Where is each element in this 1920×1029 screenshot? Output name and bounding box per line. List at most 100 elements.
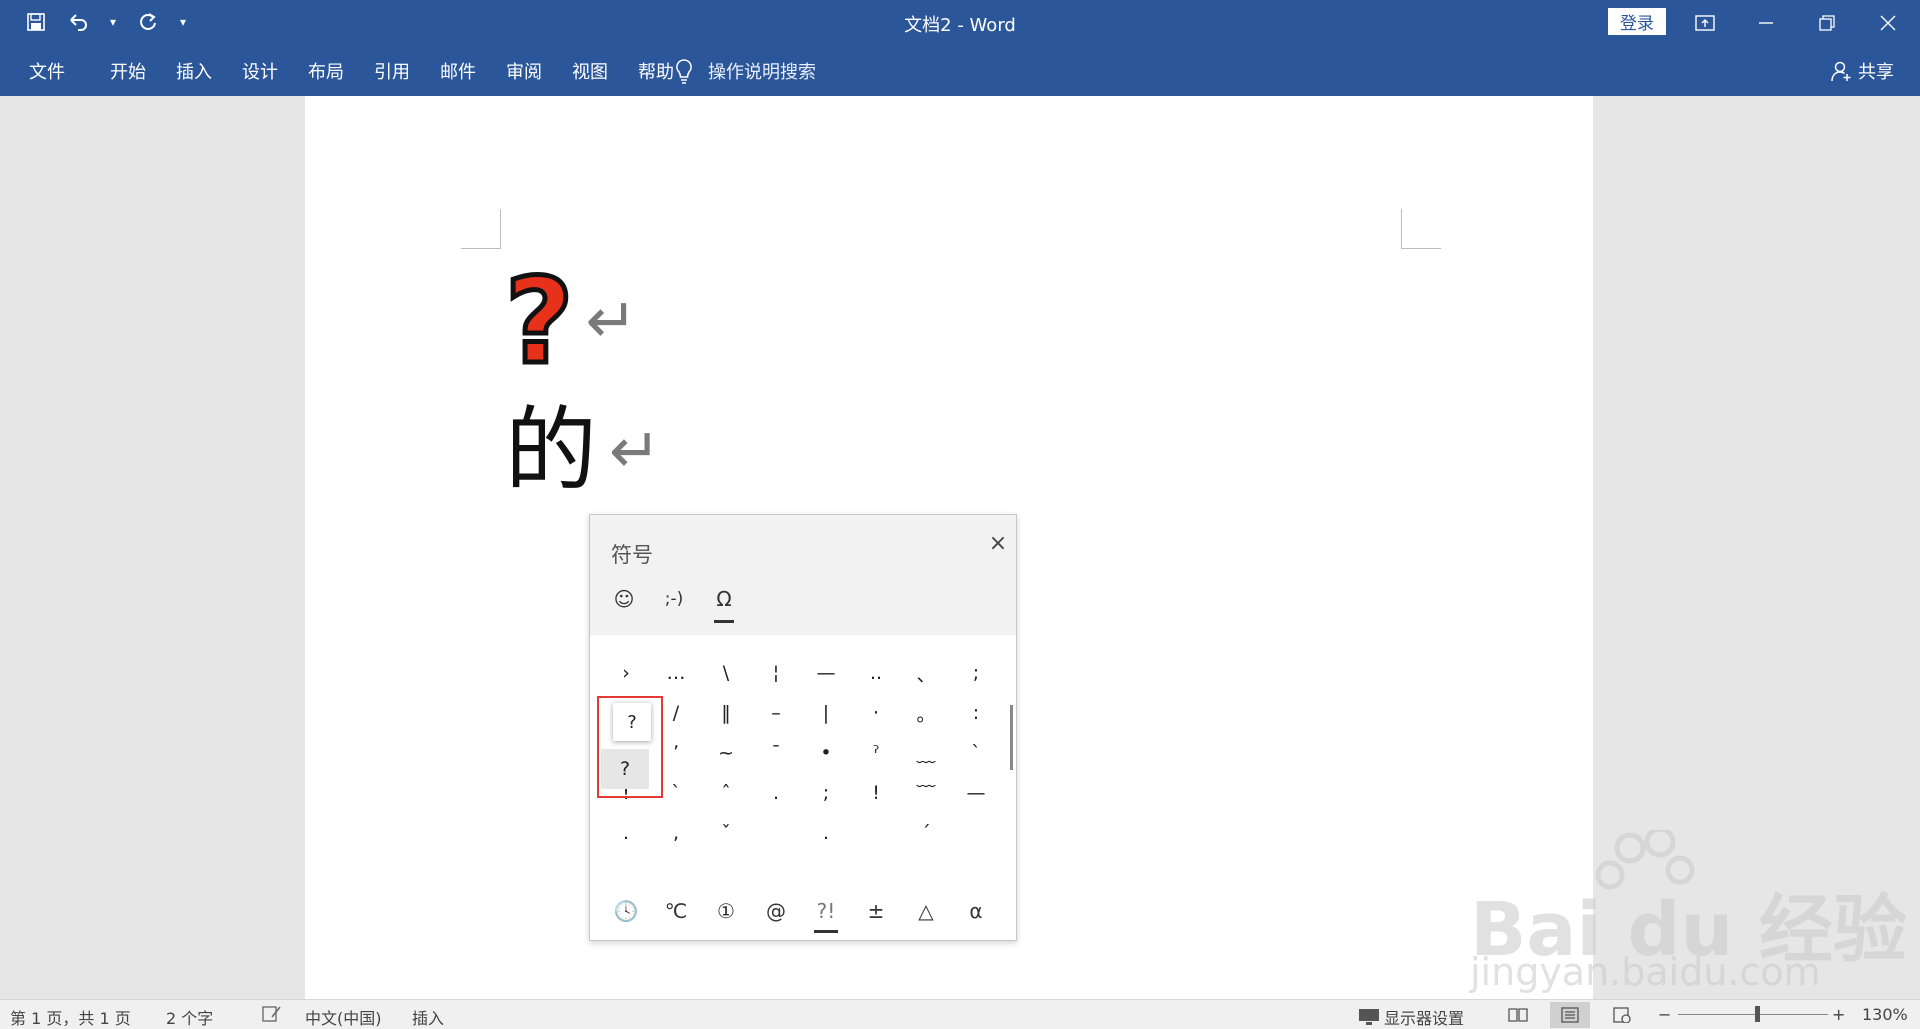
- restore-icon[interactable]: [1797, 0, 1857, 45]
- units-tab[interactable]: ℃: [651, 889, 701, 933]
- ribbon-tabs: 文件 开始 插入 设计 布局 引用 邮件 审阅 视图 帮助: [14, 45, 689, 96]
- tab-view[interactable]: 视图: [557, 58, 623, 84]
- symbol-cell[interactable]: ‖: [701, 693, 751, 733]
- symbol-cell[interactable]: [901, 635, 951, 653]
- save-icon[interactable]: [22, 8, 50, 36]
- symbol-cell[interactable]: ¦: [751, 653, 801, 693]
- tell-me-search[interactable]: 操作说明搜索: [672, 45, 816, 96]
- symbol-cell[interactable]: ;: [951, 653, 1001, 693]
- symbol-cell[interactable]: ·: [851, 693, 901, 733]
- symbol-cell[interactable]: ·: [801, 635, 851, 653]
- undo-dropdown-icon[interactable]: ▾: [106, 8, 120, 36]
- proofing-icon[interactable]: [262, 1005, 282, 1027]
- close-icon[interactable]: [1858, 0, 1918, 45]
- symbol-cell[interactable]: ˈ: [651, 635, 701, 653]
- symbol-cell[interactable]: ˇ: [701, 813, 751, 853]
- symbol-cell[interactable]: —: [801, 653, 851, 693]
- symbol-cell[interactable]: ,: [651, 813, 701, 853]
- read-mode-icon[interactable]: [1498, 1002, 1538, 1028]
- numbers-tab[interactable]: ①: [701, 889, 751, 933]
- symbol-panel: 符号 × ☺ ;-) Ω ˈ ˈ · · · › … \ ¦ — .. 、 ;: [589, 514, 1017, 941]
- symbol-cell[interactable]: ˋ: [951, 733, 1001, 773]
- login-button[interactable]: 登录: [1608, 8, 1666, 35]
- at-tab[interactable]: @: [751, 889, 801, 933]
- insert-mode[interactable]: 插入: [412, 1005, 444, 1029]
- symbol-cell[interactable]: ;: [801, 773, 851, 813]
- symbol-cell[interactable]: ˈ: [601, 635, 651, 653]
- symbol-cell[interactable]: :: [951, 693, 1001, 733]
- web-layout-icon[interactable]: [1602, 1002, 1642, 1028]
- ribbon-display-icon[interactable]: [1675, 0, 1735, 45]
- greek-tab[interactable]: α: [951, 889, 1001, 933]
- symbol-cell[interactable]: \: [701, 653, 751, 693]
- customize-icon[interactable]: ▾: [176, 8, 190, 36]
- math-tab[interactable]: ±: [851, 889, 901, 933]
- share-button[interactable]: 共享: [1830, 45, 1894, 96]
- tell-me-label: 操作说明搜索: [708, 61, 816, 83]
- symbol-grid-scrollbar[interactable]: [1010, 705, 1013, 770]
- symbol-cell[interactable]: ﹏: [901, 733, 951, 773]
- symbol-cell[interactable]: |: [801, 693, 851, 733]
- symbol-cell[interactable]: ˆ: [701, 773, 751, 813]
- shapes-tab[interactable]: △: [901, 889, 951, 933]
- symbol-cell[interactable]: 、: [901, 653, 951, 693]
- tab-review[interactable]: 审阅: [491, 58, 557, 84]
- document-line-1[interactable]: ? ↵: [502, 260, 637, 383]
- page-count[interactable]: 第 1 页，共 1 页: [10, 1005, 131, 1029]
- symbol-cell[interactable]: •: [801, 733, 851, 773]
- symbol-cell[interactable]: —: [951, 773, 1001, 813]
- symbol-cell[interactable]: ›: [601, 653, 651, 693]
- share-label: 共享: [1858, 61, 1894, 83]
- symbol-cell[interactable]: 。: [901, 693, 951, 733]
- symbol-cell[interactable]: ·: [751, 635, 801, 653]
- symbol-cell[interactable]: ˊ: [901, 813, 951, 853]
- kaomoji-tab[interactable]: ;-): [658, 583, 690, 615]
- symbol-cell[interactable]: [851, 635, 901, 653]
- symbol-cell[interactable]: ﹋: [901, 773, 951, 813]
- punctuation-tab[interactable]: ?!: [801, 889, 851, 933]
- symbol-cell[interactable]: .: [751, 773, 801, 813]
- tab-insert[interactable]: 插入: [161, 58, 227, 84]
- tab-references[interactable]: 引用: [359, 58, 425, 84]
- close-icon[interactable]: ×: [986, 531, 1010, 556]
- symbol-cell[interactable]: ·: [701, 635, 751, 653]
- symbol-cell[interactable]: –: [751, 693, 801, 733]
- zoom-level[interactable]: 130%: [1862, 1005, 1908, 1024]
- symbol-cell[interactable]: [751, 813, 801, 853]
- symbol-cell[interactable]: [951, 813, 1001, 853]
- tab-home[interactable]: 开始: [95, 58, 161, 84]
- lightbulb-icon: [676, 58, 692, 84]
- symbol-cell[interactable]: [951, 635, 1001, 653]
- symbols-tab[interactable]: Ω: [708, 583, 740, 623]
- redo-icon[interactable]: [134, 8, 162, 36]
- emoji-tab[interactable]: ☺: [608, 583, 640, 615]
- minimize-icon[interactable]: [1736, 0, 1796, 45]
- symbol-cell[interactable]: …: [651, 653, 701, 693]
- tab-mailings[interactable]: 邮件: [425, 58, 491, 84]
- language-indicator[interactable]: 中文(中国): [305, 1005, 382, 1029]
- symbol-cell[interactable]: ..: [851, 653, 901, 693]
- monitor-icon: [1359, 1009, 1379, 1025]
- zoom-slider-thumb[interactable]: [1755, 1006, 1760, 1022]
- zoom-out-button[interactable]: −: [1658, 1005, 1671, 1024]
- tab-design[interactable]: 设计: [227, 58, 293, 84]
- zoom-in-button[interactable]: +: [1832, 1005, 1845, 1024]
- title-bar: ▾ ▾ 文档2 - Word 登录: [0, 0, 1920, 45]
- display-settings-button[interactable]: 显示器设置: [1358, 1005, 1464, 1029]
- symbol-cell[interactable]: .: [601, 813, 651, 853]
- symbol-cell[interactable]: !: [851, 773, 901, 813]
- undo-icon[interactable]: [64, 8, 92, 36]
- tab-file[interactable]: 文件: [14, 58, 95, 84]
- print-layout-icon[interactable]: [1550, 1002, 1590, 1028]
- symbol-cell[interactable]: ~: [701, 733, 751, 773]
- word-count[interactable]: 2 个字: [166, 1005, 213, 1029]
- symbol-cell[interactable]: ˉ: [751, 733, 801, 773]
- zoom-slider[interactable]: [1678, 1014, 1828, 1015]
- document-line-2[interactable]: 的 ↵: [505, 396, 661, 506]
- margin-mark-top-left: [461, 209, 501, 249]
- symbol-cell[interactable]: [851, 813, 901, 853]
- tab-layout[interactable]: 布局: [293, 58, 359, 84]
- symbol-cell[interactable]: .: [801, 813, 851, 853]
- clock-icon[interactable]: 🕓: [601, 889, 651, 933]
- symbol-cell[interactable]: ˀ: [851, 733, 901, 773]
